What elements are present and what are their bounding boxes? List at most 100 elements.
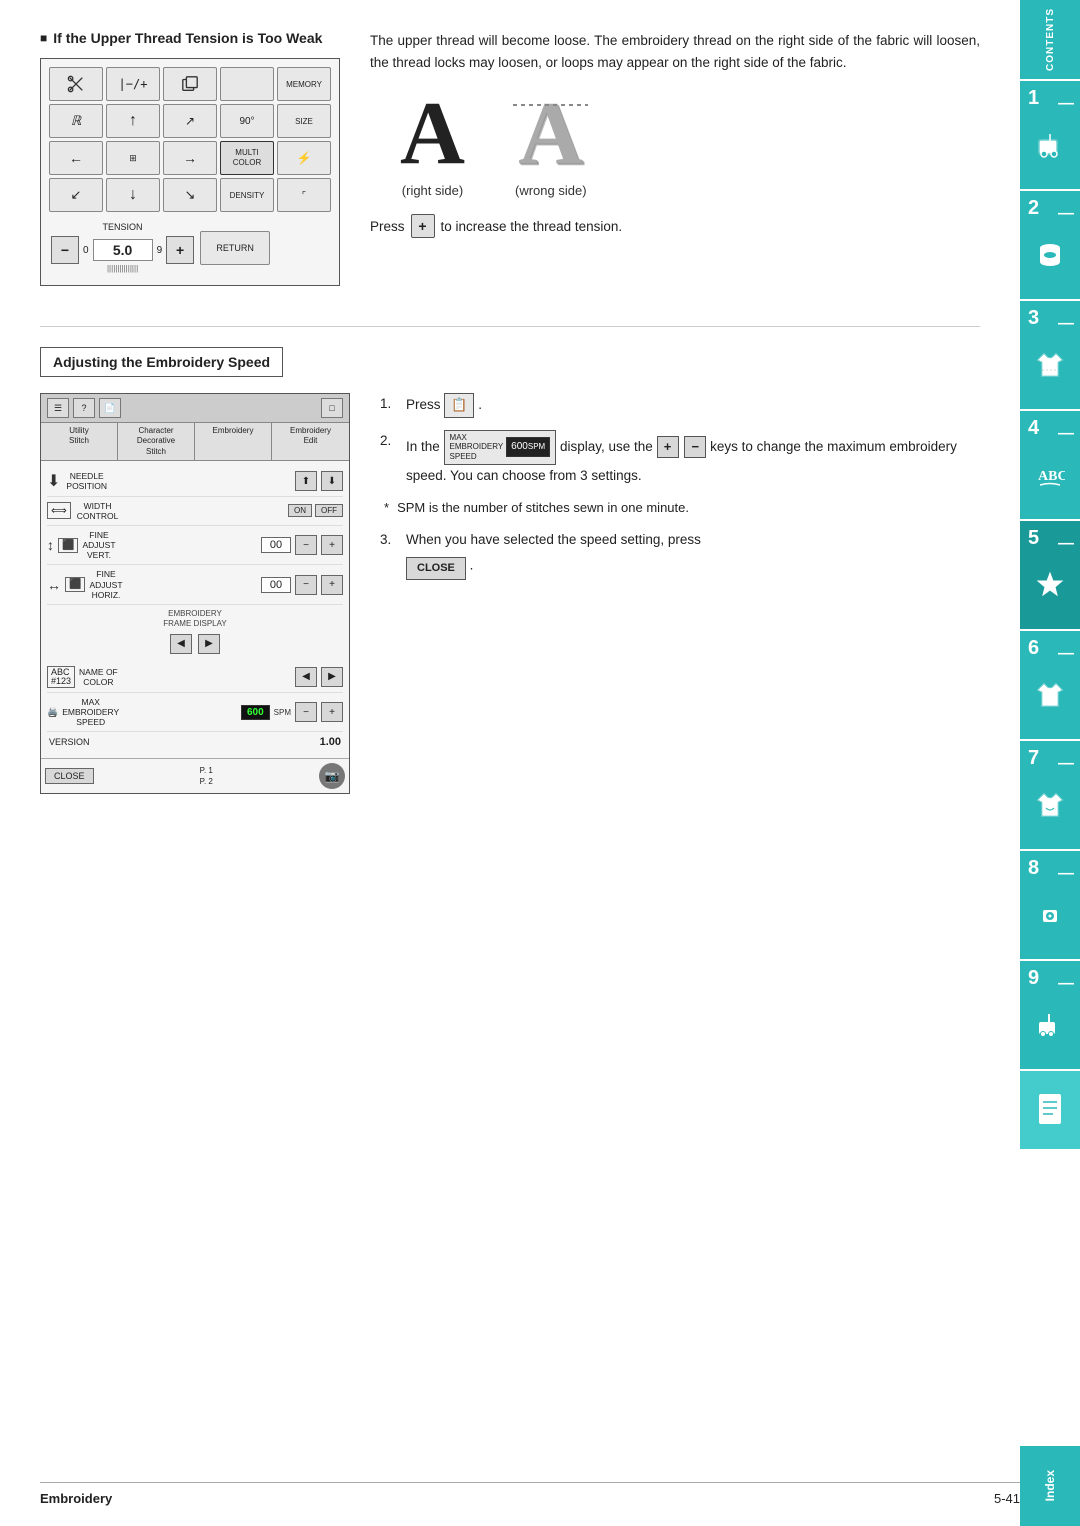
screen-icon-help[interactable]: ? [73,398,95,418]
panel-btn-empty [220,67,274,101]
tension-row: − 0 5.0 9 + [51,236,194,264]
step-3-num: 3. [380,529,400,551]
speed-plus-btn[interactable]: + [321,702,343,722]
screen-camera-icon: 📷 [319,763,345,789]
tab-5-num: 5 [1028,527,1039,550]
on-btn[interactable]: ON [288,504,312,517]
panel-btn-size[interactable]: SIZE [277,104,331,138]
footer-page: 5-41 [994,1491,1020,1506]
frame-prev-btn[interactable]: ◀ [170,634,192,654]
panel-btn-left[interactable]: ← [49,141,103,175]
name-of-color-label: NAME OFCOLOR [79,667,118,687]
panel-btn-flip-h[interactable]: ↙ [49,178,103,212]
panel-btn-down[interactable]: ↓ [106,178,160,212]
sewing-machine-icon [1035,130,1065,160]
screen-icon-doc[interactable]: 📄 [99,398,121,418]
panel-btn-copy[interactable] [163,67,217,101]
color-prev-btn[interactable]: ◀ [295,667,317,687]
sidebar-tab-index[interactable]: Index [1020,1446,1080,1526]
color-next-btn[interactable]: ▶ [321,667,343,687]
max-speed-label: MAXEMBROIDERYSPEED [62,697,119,728]
speed-display-inline: MAXEMBROIDERYSPEED 600SPM [444,430,557,465]
tab-embroidery[interactable]: Embroidery [195,423,272,460]
screen-icon-right[interactable]: □ [321,398,343,418]
asterisk-sym: * [384,498,389,519]
fine-horiz-plus[interactable]: + [321,575,343,595]
sidebar-tab-6[interactable]: 6 — [1020,631,1080,741]
tension-plus-btn[interactable]: + [166,236,194,264]
fine-adjust-horiz-controls: 00 − + [261,575,343,595]
panel-btn-pattern[interactable]: ⚡ [277,141,331,175]
needle-up-btn[interactable]: ⬆ [295,471,317,491]
screen-header-icons: ☰ ? 📄 [47,398,121,418]
fine-adjust-vert-label: FINEADJUSTVERT. [82,530,115,561]
panel-btn-flip-v[interactable]: ↘ [163,178,217,212]
letter-a-bad: A [518,89,583,179]
panel-btn-corner[interactable]: ⌜ [277,178,331,212]
panel-btn-right[interactable]: → [163,141,217,175]
frame-display-label: EMBROIDERYFRAME DISPLAY [47,609,343,630]
sidebar-tab-8[interactable]: 8 — [1020,851,1080,961]
sidebar-tab-5[interactable]: 5 — [1020,521,1080,631]
panel-btn-flip[interactable]: ↗ [163,104,217,138]
press-instruction: Press + to increase the thread tension. [370,214,980,238]
sidebar-tab-7[interactable]: 7 — [1020,741,1080,851]
panel-btn-center-h[interactable]: ⊞ [106,141,160,175]
speed-minus-btn[interactable]: − [295,702,317,722]
sidebar-tab-2[interactable]: 2 — [1020,191,1080,301]
frame-next-btn[interactable]: ▶ [198,634,220,654]
star-icon [1035,570,1065,600]
screen-icon-menu[interactable]: ☰ [47,398,69,418]
press-icon-display: 📋 [444,393,474,418]
sidebar-tab-3[interactable]: 3 — [1020,301,1080,411]
tab-9-icon-area [1035,1010,1065,1040]
panel-btn-90[interactable]: 90° [220,104,274,138]
panel-btn-multi-color[interactable]: MULTI COLOR [220,141,274,175]
plus-inline-btn[interactable]: + [411,214,435,238]
step2-minus-btn[interactable]: − [684,436,706,458]
asterisk-note: * SPM is the number of stitches sewn in … [384,498,980,519]
tab-utility[interactable]: UtilityStitch [41,423,118,460]
off-btn[interactable]: OFF [315,504,343,517]
panel-btn-scissors[interactable] [49,67,103,101]
sidebar-tab-1[interactable]: 1 — [1020,81,1080,191]
panel-btn-up[interactable]: ↑ [106,104,160,138]
tab-embroidery-edit[interactable]: EmbroideryEdit [272,423,349,460]
tab-character[interactable]: CharacterDecorativeStitch [118,423,195,460]
fine-vert-plus[interactable]: + [321,535,343,555]
panel-btn-minus-plus[interactable]: |−/+ [106,67,160,101]
sidebar-tab-9[interactable]: 9 — [1020,961,1080,1071]
speed-section-content: ☰ ? 📄 □ UtilityStitch CharacterDecorativ… [40,393,980,794]
panel-btn-r[interactable]: ℝ [49,104,103,138]
sidebar-tab-4[interactable]: 4 — ABC [1020,411,1080,521]
tab-1-dash: — [1058,95,1074,113]
step-2-content: In the MAXEMBROIDERYSPEED 600SPM display… [406,430,980,486]
step-1-num: 1. [380,393,400,415]
step-3-content: When you have selected the speed setting… [406,529,980,580]
screen-version-row: VERSION 1.00 [47,732,343,752]
tab-3-num: 3 [1028,307,1039,330]
step2-plus-btn[interactable]: + [657,436,679,458]
step-3: 3. When you have selected the speed sett… [380,529,980,580]
tab-4-num: 4 [1028,417,1039,440]
wrong-side-example: A (wrong side) [515,89,587,198]
close-btn-inline[interactable]: CLOSE [406,557,466,581]
sidebar-tab-doc[interactable] [1020,1071,1080,1151]
tab-6-num: 6 [1028,637,1039,660]
needle-down-btn[interactable]: ⬇ [321,471,343,491]
sidebar-tab-contents[interactable]: CONTENTS [1020,0,1080,81]
tension-minus-btn[interactable]: − [51,236,79,264]
screen-close-btn[interactable]: CLOSE [45,768,94,784]
panel-btn-return[interactable]: RETURN [200,231,270,265]
abc-embroidery-icon: ABC [1035,460,1065,490]
panel-btn-memory[interactable]: MEMORY [277,67,331,101]
panel-btn-density[interactable]: DENSITY [220,178,274,212]
fine-adjust-horiz-display: 00 [261,577,291,593]
tab-7-icon-area [1036,790,1064,820]
fine-horiz-minus[interactable]: − [295,575,317,595]
machine2-icon [1035,1010,1065,1040]
tab-5-icon-area [1035,570,1065,600]
fine-vert-minus[interactable]: − [295,535,317,555]
version-value: 1.00 [320,736,341,748]
step-2-num: 2. [380,430,400,452]
